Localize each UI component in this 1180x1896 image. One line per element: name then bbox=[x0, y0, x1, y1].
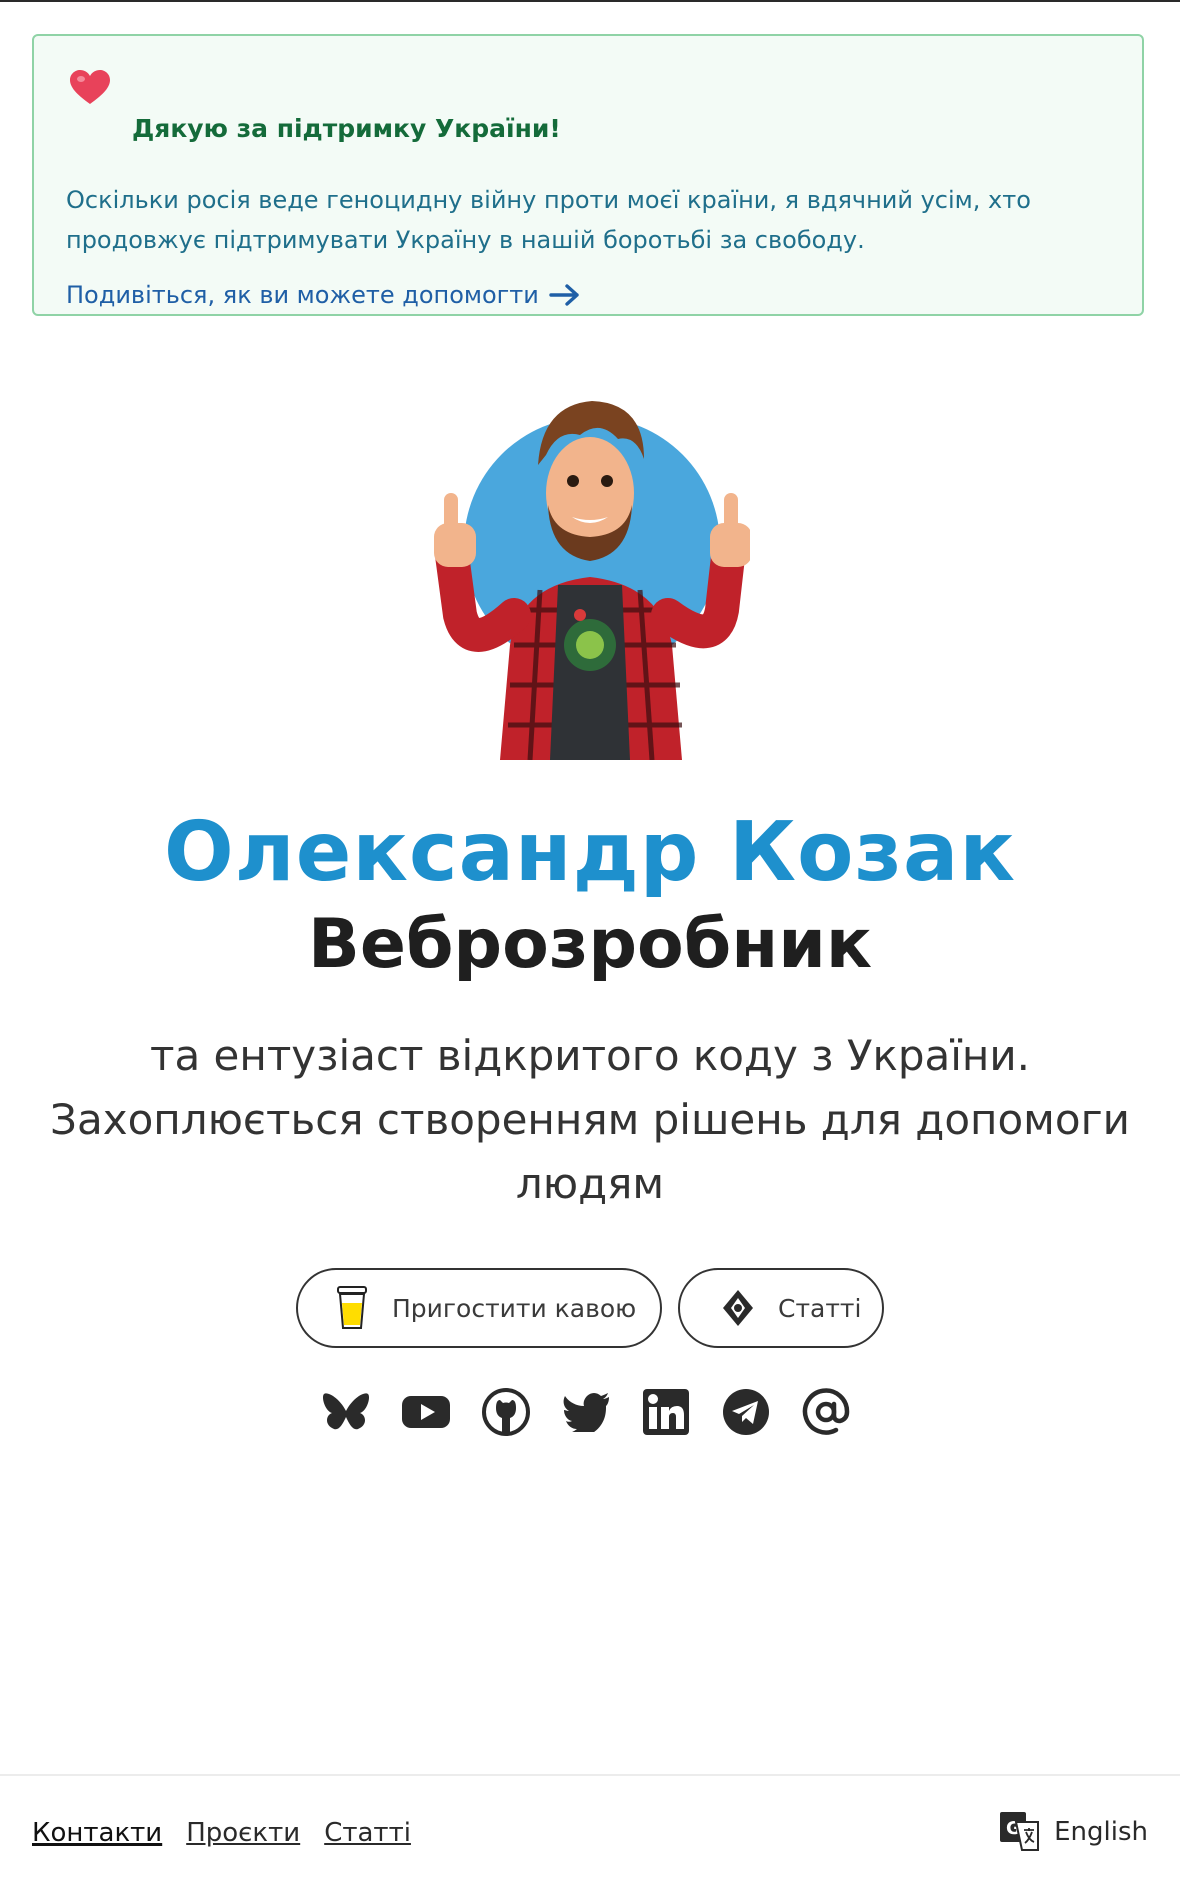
heart-icon bbox=[70, 70, 110, 104]
buy-me-coffee-button[interactable]: Пригостити кавою bbox=[296, 1268, 662, 1348]
footer-link-projects[interactable]: Проєкти bbox=[186, 1818, 300, 1848]
support-ukraine-banner: Дякую за підтримку України! Оскільки рос… bbox=[32, 34, 1144, 316]
footer-nav: Контакти Проєкти Статті bbox=[32, 1818, 411, 1848]
coffee-cup-icon bbox=[334, 1285, 370, 1331]
at-sign-icon[interactable] bbox=[802, 1388, 850, 1436]
banner-text: Оскільки росія веде геноцидну війну прот… bbox=[66, 186, 1031, 254]
hashnode-icon bbox=[720, 1285, 756, 1331]
social-links bbox=[322, 1388, 850, 1436]
language-label: English bbox=[1054, 1817, 1148, 1847]
footer-divider bbox=[0, 1774, 1180, 1776]
profile-name: Олександр Козак bbox=[163, 805, 1017, 900]
youtube-icon[interactable] bbox=[402, 1388, 450, 1436]
banner-title: Дякую за підтримку України! bbox=[132, 114, 561, 143]
profile-description: та ентузіаст відкритого коду з України. … bbox=[50, 1031, 1130, 1208]
bluesky-icon[interactable] bbox=[322, 1388, 370, 1436]
top-border bbox=[0, 0, 1180, 2]
buy-me-coffee-label: Пригостити кавою bbox=[392, 1293, 637, 1323]
articles-button[interactable]: Статті bbox=[678, 1268, 884, 1348]
footer-link-contacts[interactable]: Контакти bbox=[32, 1818, 162, 1848]
telegram-icon[interactable] bbox=[722, 1388, 770, 1436]
arrow-right-icon bbox=[549, 284, 579, 306]
articles-label: Статті bbox=[778, 1293, 862, 1323]
help-link[interactable]: Подивіться, як ви можете допомогти bbox=[66, 280, 581, 310]
linkedin-icon[interactable] bbox=[642, 1388, 690, 1436]
help-link-label: Подивіться, як ви можете допомогти bbox=[66, 281, 539, 309]
translate-icon: G bbox=[1000, 1812, 1040, 1851]
footer-link-articles[interactable]: Статті bbox=[324, 1818, 411, 1848]
avatar bbox=[434, 401, 750, 760]
twitter-icon[interactable] bbox=[562, 1388, 610, 1436]
language-switcher[interactable]: G English bbox=[1000, 1812, 1148, 1852]
github-icon[interactable] bbox=[482, 1388, 530, 1436]
profile-role: Веброзробник bbox=[308, 905, 872, 984]
